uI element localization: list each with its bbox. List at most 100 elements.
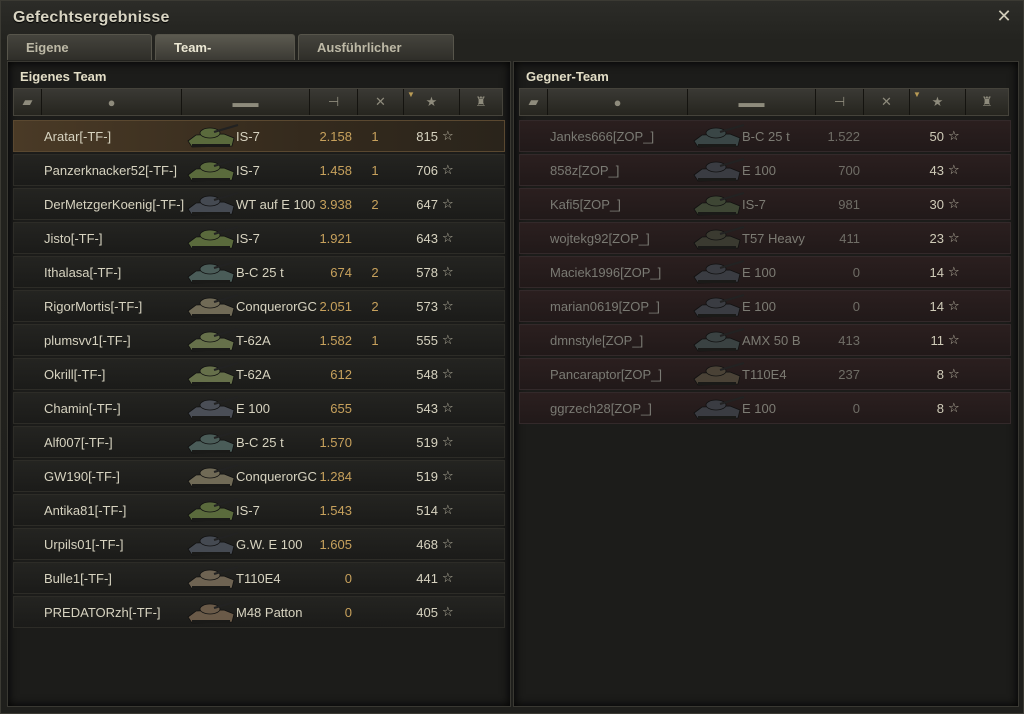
xp-value: 468 (416, 537, 438, 552)
player-name: Jisto[-TF-] (44, 231, 103, 246)
damage-value: 2.158 (319, 129, 352, 144)
player-row[interactable]: Ithalasa[-TF-] B-C 25 t 674 2 578 ☆ (13, 256, 505, 288)
damage-value: 0 (344, 605, 352, 620)
damage-icon: ⊣ (833, 94, 846, 109)
damage-column-header[interactable]: ⊣ (310, 89, 358, 115)
player-row[interactable]: Chamin[-TF-] E 100 655 543 ☆ (13, 392, 505, 424)
xp-star-icon: ☆ (442, 536, 454, 551)
damage-value: 1.582 (319, 333, 352, 348)
tank-name: T110E4 (236, 571, 281, 586)
player-row[interactable]: Antika81[-TF-] IS-7 1.543 514 ☆ (13, 494, 505, 526)
damage-value: 1.570 (319, 435, 352, 450)
tab-team-auswertung[interactable]: Team-Auswertung (155, 34, 295, 81)
tank-name: IS-7 (236, 503, 260, 518)
kills-value: 1 (371, 333, 379, 348)
player-row[interactable]: PREDATORzh[-TF-] M48 Patton 0 405 ☆ (13, 596, 505, 628)
player-name: Jankes666[ZOP_] (550, 129, 655, 144)
xp-value: 519 (416, 435, 438, 450)
tank-name: E 100 (236, 401, 270, 416)
tank-name: T57 Heavy (742, 231, 805, 246)
player-column-header[interactable]: ● (42, 89, 182, 115)
player-row[interactable]: Okrill[-TF-] T-62A 612 548 ☆ (13, 358, 505, 390)
player-row[interactable]: Jankes666[ZOP_] B-C 25 t 1.522 50 ☆ (519, 120, 1011, 152)
tank-name: G.W. E 100 (236, 537, 303, 552)
player-row[interactable]: Pancaraptor[ZOP_] T110E4 237 8 ☆ (519, 358, 1011, 390)
player-row[interactable]: Urpils01[-TF-] G.W. E 100 1.605 468 ☆ (13, 528, 505, 560)
xp-value: 706 (416, 163, 438, 178)
xp-value: 643 (416, 231, 438, 246)
kills-column-header[interactable]: ✕ (358, 89, 404, 115)
tab-eigene-auswertung[interactable]: Eigene Auswertung (7, 34, 152, 81)
player-row[interactable]: Aratar[-TF-] IS-7 2.158 1 815 ☆ (13, 120, 505, 152)
tab-ausfuehrlicher-bericht[interactable]: Ausführlicher Bericht (298, 34, 454, 81)
xp-value: 815 (416, 129, 438, 144)
tank-icon (187, 157, 239, 182)
medal-column-header[interactable]: ♜ (460, 89, 502, 115)
player-row[interactable]: Maciek1996[ZOP_] E 100 0 14 ☆ (519, 256, 1011, 288)
player-name: Aratar[-TF-] (44, 129, 112, 144)
tank-icon (187, 497, 239, 522)
tank-name: AMX 50 B (742, 333, 801, 348)
enemy-team-panel: Gegner-Team ▰ ● ▬▬ ⊣ ✕ ▼ ★ ♜ Jankes666[ZO… (513, 61, 1019, 707)
xp-column-header[interactable]: ▼ ★ (910, 89, 966, 115)
xp-value: 514 (416, 503, 438, 518)
xp-star-icon: ☆ (442, 162, 454, 177)
player-row[interactable]: RigorMortis[-TF-] ConquerorGC 2.051 2 573 ☆ (13, 290, 505, 322)
player-row[interactable]: Panzerknacker52[-TF-] IS-7 1.458 1 706 ☆ (13, 154, 505, 186)
xp-value: 405 (416, 605, 438, 620)
kills-value: 2 (371, 197, 379, 212)
tank-icon (187, 327, 239, 352)
player-row[interactable]: Bulle1[-TF-] T110E4 0 441 ☆ (13, 562, 505, 594)
player-row[interactable]: dmnstyle[ZOP_] AMX 50 B 413 11 ☆ (519, 324, 1011, 356)
player-row[interactable]: DerMetzgerKoenig[-TF-] WT auf E 100 3.938 2… (13, 188, 505, 220)
player-row[interactable]: Jisto[-TF-] IS-7 1.921 643 ☆ (13, 222, 505, 254)
player-row[interactable]: Alf007[-TF-] B-C 25 t 1.570 519 ☆ (13, 426, 505, 458)
player-row[interactable]: GW190[-TF-] ConquerorGC 1.284 519 ☆ (13, 460, 505, 492)
own-team-title: Eigenes Team (20, 69, 107, 84)
tank-icon (187, 395, 239, 420)
tank-icon (693, 225, 745, 250)
xp-value: 43 (929, 163, 944, 178)
xp-column-header[interactable]: ▼ ★ (404, 89, 460, 115)
enemy-team-header: ▰ ● ▬▬ ⊣ ✕ ▼ ★ ♜ (519, 88, 1009, 116)
medal-icon: ♜ (475, 94, 487, 109)
player-column-header[interactable]: ● (548, 89, 688, 115)
player-name: ggrzech28[ZOP_] (550, 401, 652, 416)
xp-value: 555 (416, 333, 438, 348)
player-row[interactable]: plumsvv1[-TF-] T-62A 1.582 1 555 ☆ (13, 324, 505, 356)
tank-icon (693, 327, 745, 352)
xp-star-icon: ☆ (948, 366, 960, 381)
damage-column-header[interactable]: ⊣ (816, 89, 864, 115)
medal-column-header[interactable]: ♜ (966, 89, 1008, 115)
xp-star-icon: ☆ (442, 434, 454, 449)
xp-star-icon: ☆ (442, 264, 454, 279)
kills-column-header[interactable]: ✕ (864, 89, 910, 115)
xp-star-icon: ☆ (442, 366, 454, 381)
tank-column-header[interactable]: ▬▬ (182, 89, 310, 115)
xp-star-icon: ☆ (948, 400, 960, 415)
player-row[interactable]: ggrzech28[ZOP_] E 100 0 8 ☆ (519, 392, 1011, 424)
tank-name: B-C 25 t (236, 265, 284, 280)
xp-star-icon: ☆ (442, 298, 454, 313)
sort-indicator-icon: ▼ (913, 90, 921, 99)
tank-icon (187, 191, 239, 216)
close-icon[interactable]: ✕ (995, 7, 1013, 25)
platoon-column-header[interactable]: ▰ (520, 89, 548, 115)
platoon-column-header[interactable]: ▰ (14, 89, 42, 115)
player-icon: ● (107, 94, 116, 110)
player-row[interactable]: Kafi5[ZOP_] IS-7 981 30 ☆ (519, 188, 1011, 220)
xp-star-icon: ☆ (948, 162, 960, 177)
tank-column-header[interactable]: ▬▬ (688, 89, 816, 115)
player-row[interactable]: wojtekg92[ZOP_] T57 Heavy 411 23 ☆ (519, 222, 1011, 254)
tank-icon (693, 293, 745, 318)
damage-value: 0 (852, 401, 860, 416)
player-row[interactable]: marian0619[ZOP_] E 100 0 14 ☆ (519, 290, 1011, 322)
player-row[interactable]: 858z[ZOP_] E 100 700 43 ☆ (519, 154, 1011, 186)
damage-value: 1.543 (319, 503, 352, 518)
kills-icon: ✕ (375, 94, 386, 109)
tank-name: IS-7 (236, 231, 260, 246)
tank-name: M48 Patton (236, 605, 303, 620)
kills-icon: ✕ (881, 94, 892, 109)
damage-value: 612 (330, 367, 352, 382)
xp-star-icon: ☆ (442, 230, 454, 245)
